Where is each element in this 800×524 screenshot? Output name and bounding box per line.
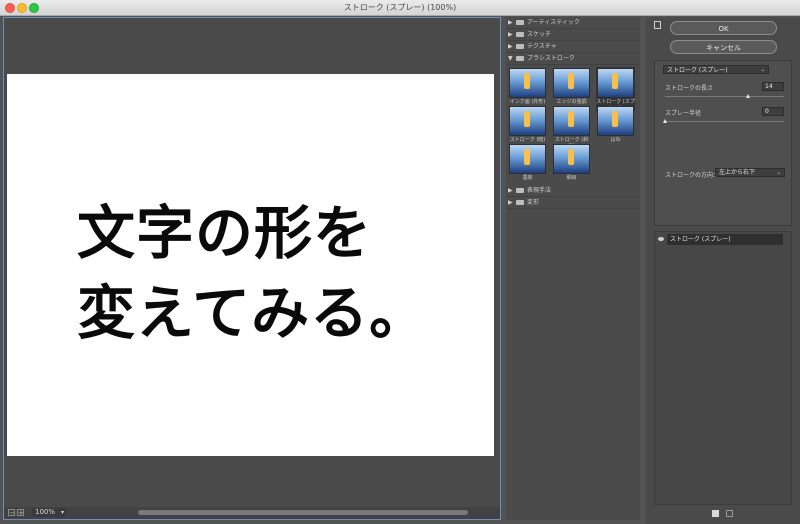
collapse-gallery-icon[interactable] [654,21,661,29]
preview-canvas[interactable]: 文字の形を 変えてみる。 [7,74,494,456]
filter-thumb-image [509,144,546,174]
spray-radius-input[interactable]: 0 [762,107,784,116]
zoom-select[interactable]: 100% ▾ [32,508,66,517]
filter-options-panel: ストローク (スプレー) ⌄ ストロークの長さ 14 スプレー半径 0 ストロー… [654,60,792,226]
preview-area[interactable]: 文字の形を 変えてみる。 − + 100% ▾ [3,17,501,520]
new-effect-layer-icon[interactable] [712,510,719,517]
chevron-down-icon: ⌄ [776,170,781,176]
stroke-length-label: ストロークの長さ [665,85,714,92]
stroke-direction-value: 左上から右下 [719,169,756,176]
filter-select-value: ストローク (スプレー) [667,67,728,74]
cancel-button[interactable]: キャンセル [670,40,777,54]
chevron-down-icon: ▾ [60,509,64,516]
stroke-length-input[interactable]: 14 [762,82,784,91]
stroke-length-slider-handle[interactable] [746,94,751,98]
canvas-text-line-1: 文字の形を [77,199,373,267]
filter-thumb-spatter[interactable]: はね [596,105,635,143]
filter-category-label: 表現手法 [527,187,552,194]
filter-thumb-image [553,144,590,174]
zoom-in-button[interactable]: + [17,509,24,517]
eye-icon[interactable] [658,237,664,241]
filter-thumbnails: インク画 (外形) エッジの強調 ストローク (スプレー) ストローク (暗) … [506,65,640,185]
folder-icon [516,200,524,205]
filter-gallery: ▶ アーティスティック ▶ スケッチ ▶ テクスチャ ▼ ブラシストローク イン… [506,17,640,520]
filter-category-label: スケッチ [527,31,552,38]
filter-thumb-label: はね [610,137,621,143]
folder-icon [516,188,524,193]
filter-category-label: テクスチャ [527,43,557,50]
disclosure-arrow-icon: ▶ [508,187,513,194]
filter-thumb-crosshatch[interactable]: 網目 [552,143,591,181]
filter-thumb-ink-outlines[interactable]: インク画 (外形) [508,67,547,105]
delete-effect-layer-icon[interactable] [726,510,733,517]
filter-thumb-dark-strokes[interactable]: ストローク (暗) [508,105,547,143]
disclosure-arrow-icon: ▶ [508,31,513,38]
effect-layers-panel: ストローク (スプレー) [654,231,792,505]
chevron-down-icon: ⌄ [760,67,765,73]
disclosure-arrow-icon: ▶ [508,19,513,26]
stroke-direction-select[interactable]: 左上から右下 ⌄ [715,168,785,177]
filter-thumb-sumi-e[interactable]: 墨絵 [508,143,547,181]
filter-category-label: ブラシストローク [527,55,575,62]
filter-thumb-accented-edges[interactable]: エッジの強調 [552,67,591,105]
filter-thumb-image [597,68,634,98]
filter-thumb-image [553,106,590,136]
folder-icon [516,44,524,49]
disclosure-arrow-icon: ▼ [508,55,513,62]
filter-thumb-image [553,68,590,98]
disclosure-arrow-icon: ▶ [508,199,513,206]
ok-button[interactable]: OK [670,21,777,35]
filter-category-distort[interactable]: ▶ 変形 [506,197,640,209]
filter-category-texture[interactable]: ▶ テクスチャ [506,41,640,53]
stroke-direction-label: ストロークの方向： [665,172,720,179]
zoom-out-button[interactable]: − [8,509,15,517]
spray-radius-slider-handle[interactable] [663,119,667,123]
title-bar: ストローク (スプレー) (100%) [0,0,800,16]
spray-radius-slider[interactable] [663,119,784,123]
filter-category-label: 変形 [527,199,540,206]
settings-panel: OK キャンセル ストローク (スプレー) ⌄ ストロークの長さ 14 スプレー… [646,17,800,524]
filter-thumb-image [509,106,546,136]
spray-radius-label: スプレー半径 [665,110,702,117]
folder-icon [516,20,524,25]
disclosure-arrow-icon: ▶ [508,43,513,50]
window-title: ストローク (スプレー) (100%) [343,3,457,12]
filter-category-label: アーティスティック [527,19,580,26]
filter-thumb-label: 網目 [566,175,577,181]
filter-category-artistic[interactable]: ▶ アーティスティック [506,17,640,29]
filter-category-sketch[interactable]: ▶ スケッチ [506,29,640,41]
filter-thumb-label: 墨絵 [522,175,533,181]
stroke-length-slider[interactable] [665,94,784,98]
filter-select[interactable]: ストローク (スプレー) ⌄ [663,65,769,74]
zoom-bar: − + 100% ▾ [4,507,500,519]
filter-thumb-image [597,106,634,136]
folder-icon [516,32,524,37]
filter-thumb-image [509,68,546,98]
effect-layer-item[interactable]: ストローク (スプレー) [667,234,783,245]
folder-icon [516,56,524,61]
canvas-text-line-2: 変えてみる。 [77,279,429,347]
filter-category-brush-strokes[interactable]: ▼ ブラシストローク [506,53,640,65]
filter-category-stylize[interactable]: ▶ 表現手法 [506,185,640,197]
zoom-value: 100% [35,508,56,516]
horizontal-scrollbar[interactable] [138,510,468,515]
